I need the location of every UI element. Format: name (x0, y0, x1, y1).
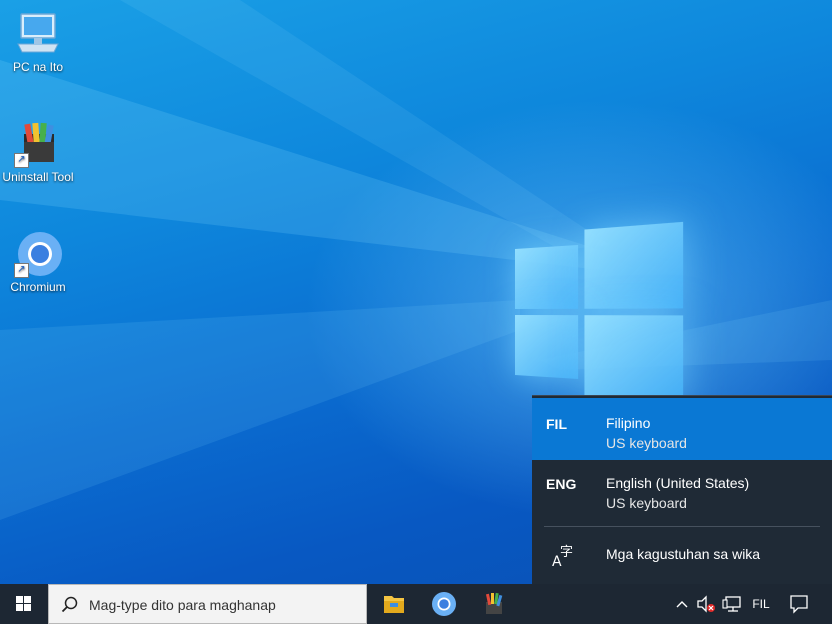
language-code: FIL (546, 416, 567, 432)
chromium-icon (432, 592, 456, 616)
language-option-filipino[interactable]: FIL Filipino US keyboard (532, 398, 832, 460)
taskbar-uninstall-tool[interactable] (470, 584, 518, 624)
search-icon (61, 596, 78, 613)
language-name: English (United States) (606, 475, 750, 491)
desktop-icon-label: Chromium (10, 280, 66, 294)
language-preferences-label: Mga kagustuhan sa wika (606, 546, 761, 562)
desktop-icon-this-pc[interactable]: PC na Ito (0, 10, 76, 74)
desktop-icon-label: PC na Ito (12, 60, 64, 74)
uninstall-tool-icon (485, 592, 503, 614)
windows-logo-wallpaper (515, 221, 684, 404)
notification-center-icon (790, 595, 808, 614)
language-preferences-link[interactable]: A 字 Mga kagustuhan sa wika (532, 532, 832, 580)
search-placeholder: Mag-type dito para maghanap (89, 597, 276, 613)
keyboard-layout: US keyboard (606, 435, 687, 451)
volume-button[interactable] (694, 584, 718, 624)
desktop-icon-label: Uninstall Tool (2, 170, 74, 184)
network-button[interactable] (720, 584, 744, 624)
taskbar: Mag-type dito para maghanap FIL (0, 584, 832, 624)
desktop-icon-uninstall-tool[interactable]: ↗ Uninstall Tool (0, 120, 76, 184)
shortcut-arrow-icon: ↗ (14, 263, 29, 278)
taskbar-file-explorer[interactable] (370, 584, 418, 624)
language-option-english[interactable]: ENG English (United States) US keyboard (532, 458, 832, 520)
chevron-up-icon (676, 601, 688, 608)
action-center-button[interactable] (784, 584, 814, 624)
input-language-flyout: FIL Filipino US keyboard ENG English (Un… (532, 395, 832, 585)
svg-text:字: 字 (560, 545, 573, 560)
desktop: PC na Ito ↗ Uninstall Tool ↗ Chromium FI… (0, 0, 832, 624)
start-button[interactable] (0, 584, 48, 624)
chromium-icon: ↗ (14, 230, 62, 278)
computer-icon (14, 10, 62, 58)
windows-start-icon (16, 596, 31, 611)
keyboard-layout: US keyboard (606, 495, 687, 511)
input-language-indicator[interactable]: FIL (746, 584, 776, 624)
taskbar-chromium[interactable] (420, 584, 468, 624)
language-name: Filipino (606, 415, 651, 431)
desktop-icon-chromium[interactable]: ↗ Chromium (0, 230, 76, 294)
language-code: ENG (546, 476, 577, 492)
language-settings-icon: A 字 (550, 542, 576, 570)
network-icon (722, 596, 741, 612)
volume-muted-icon (697, 595, 715, 613)
uninstall-tool-icon: ↗ (14, 120, 62, 168)
taskbar-search-box[interactable]: Mag-type dito para maghanap (48, 584, 367, 624)
flyout-divider (544, 526, 820, 527)
file-explorer-icon (384, 596, 404, 613)
show-hidden-icons-button[interactable] (672, 584, 692, 624)
shortcut-arrow-icon: ↗ (14, 153, 29, 168)
